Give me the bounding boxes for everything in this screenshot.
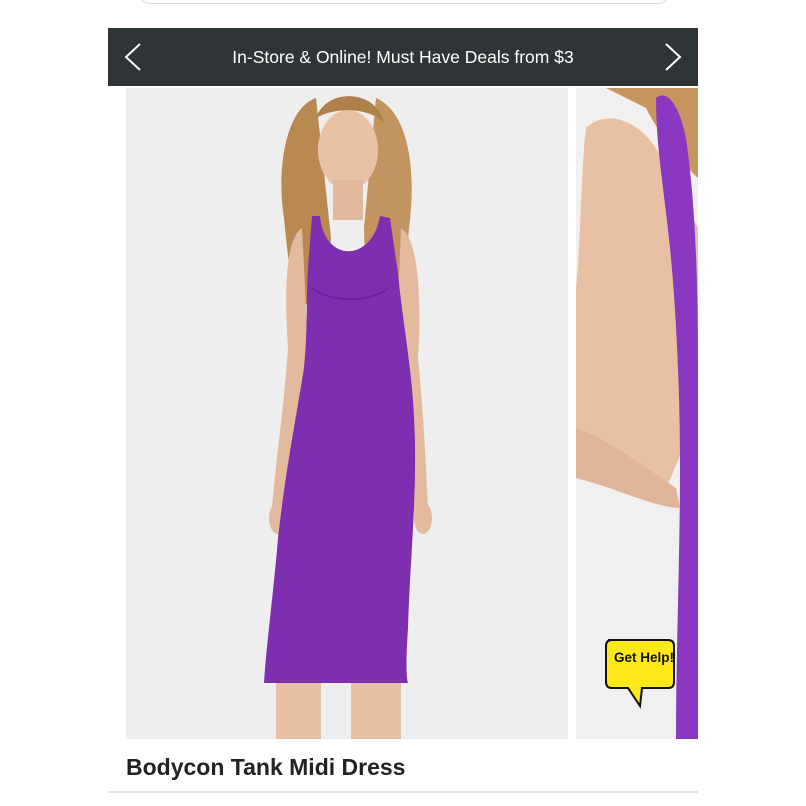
product-page: In-Store & Online! Must Have Deals from … <box>108 0 698 806</box>
product-title: Bodycon Tank Midi Dress <box>126 754 406 780</box>
product-image-main[interactable] <box>126 88 568 739</box>
divider <box>108 791 698 793</box>
chevron-right-icon[interactable] <box>660 42 686 72</box>
promo-text[interactable]: In-Store & Online! Must Have Deals from … <box>108 28 698 86</box>
get-help-button[interactable]: Get Help! <box>602 636 682 710</box>
promo-banner: In-Store & Online! Must Have Deals from … <box>108 28 698 86</box>
search-bar-edge[interactable] <box>138 0 670 4</box>
speech-bubble-icon <box>605 639 675 709</box>
model-illustration <box>126 88 568 739</box>
get-help-label: Get Help! <box>614 650 675 665</box>
